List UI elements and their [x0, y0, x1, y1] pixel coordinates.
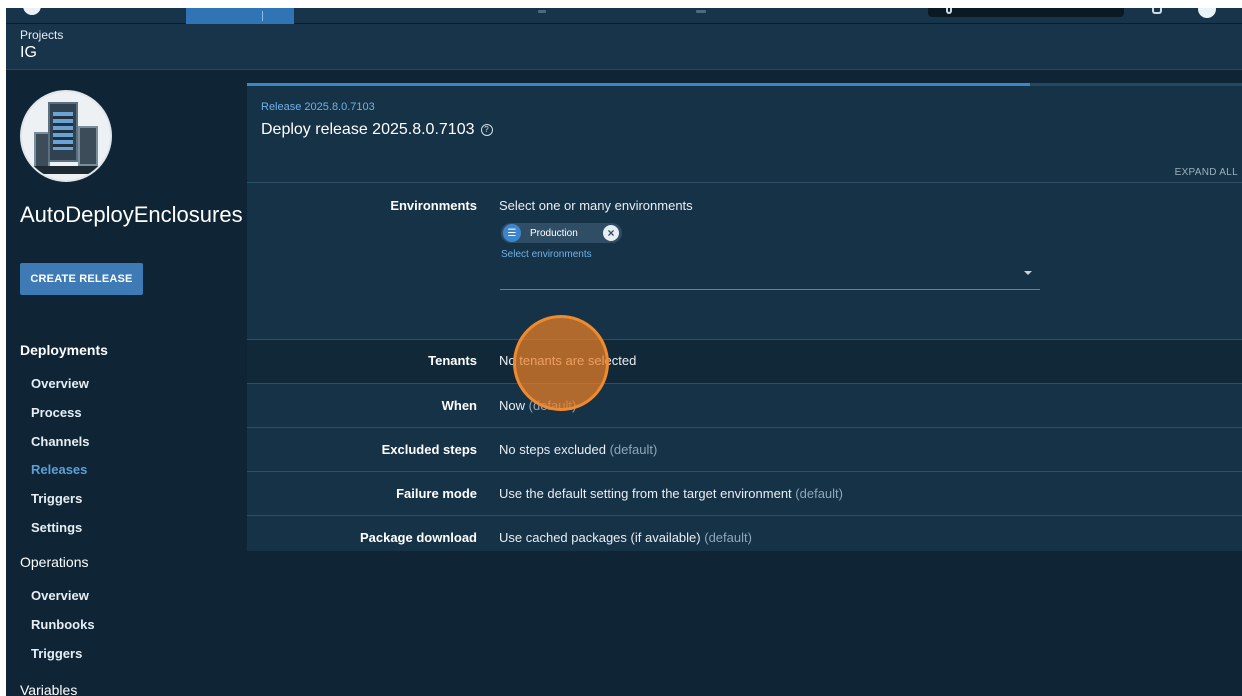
default-tag: (default)	[795, 486, 843, 501]
breadcrumb-projects-link[interactable]: Projects	[20, 28, 63, 42]
progress-bar	[247, 83, 1030, 86]
sidebar-item-releases[interactable]: Releases	[31, 462, 87, 477]
sidebar-item-settings[interactable]: Settings	[31, 520, 82, 535]
failure-mode-label: Failure mode	[396, 486, 477, 501]
expand-all-button[interactable]: EXPAND ALL	[1175, 167, 1238, 178]
environments-select[interactable]	[500, 289, 1040, 290]
logo-icon[interactable]	[20, 8, 44, 18]
create-release-button[interactable]: CREATE RELEASE	[20, 263, 143, 295]
default-tag: (default)	[704, 530, 752, 545]
failure-mode-value-text: Use the default setting from the target …	[499, 486, 792, 501]
breadcrumb-project-group[interactable]: IG	[20, 44, 37, 62]
environments-label: Environments	[390, 198, 477, 213]
deploy-release-panel: Release 2025.8.0.7103 Deploy release 202…	[247, 83, 1242, 551]
package-download-row[interactable]: Package download Use cached packages (if…	[247, 515, 1242, 551]
chevron-down-icon[interactable]	[1024, 271, 1032, 275]
user-avatar[interactable]	[1198, 8, 1216, 18]
project-name: AutoDeployEnclosures	[20, 202, 243, 227]
environment-chip[interactable]: ☰ Production ×	[501, 223, 622, 243]
failure-mode-row[interactable]: Failure mode Use the default setting fro…	[247, 471, 1242, 515]
help-icon[interactable]: ?	[480, 123, 493, 136]
notification-icon[interactable]	[1152, 8, 1162, 14]
select-environments-label: Select environments	[501, 249, 592, 260]
excluded-steps-label: Excluded steps	[381, 442, 477, 457]
sidebar-item-channels[interactable]: Channels	[31, 434, 90, 449]
nav-item[interactable]	[538, 10, 546, 13]
nav-tab-projects[interactable]	[186, 8, 294, 24]
sidebar-item-triggers[interactable]: Triggers	[31, 491, 82, 506]
release-link[interactable]: Release 2025.8.0.7103	[261, 101, 375, 113]
app-window: Projects IG AutoDeployEnclosures CREATE …	[6, 8, 1242, 696]
default-tag: (default)	[528, 398, 577, 413]
environments-prompt: Select one or many environments	[499, 198, 693, 213]
package-download-label: Package download	[359, 530, 477, 545]
environment-icon: ☰	[503, 224, 521, 242]
sidebar-item-overview[interactable]: Overview	[31, 376, 89, 391]
sidebar-heading-variables[interactable]: Variables	[20, 682, 77, 696]
sidebar-item-operations-overview[interactable]: Overview	[31, 588, 89, 603]
sidebar-heading-deployments[interactable]: Deployments	[20, 342, 108, 358]
excluded-steps-value: No steps excluded (default)	[499, 442, 657, 457]
sidebar-item-operations-triggers[interactable]: Triggers	[31, 646, 82, 661]
search-icon	[946, 8, 952, 14]
tenants-value: No tenants are selected	[499, 353, 637, 368]
when-value: Now (default)	[499, 398, 576, 413]
page-title-text: Deploy release 2025.8.0.7103	[261, 121, 475, 138]
tenants-label: Tenants	[428, 353, 477, 368]
when-label: When	[441, 398, 477, 413]
project-sidebar: AutoDeployEnclosures CREATE RELEASE Depl…	[6, 70, 243, 696]
sidebar-item-runbooks[interactable]: Runbooks	[31, 617, 95, 632]
project-logo	[20, 90, 112, 182]
sidebar-item-process[interactable]: Process	[31, 405, 82, 420]
nav-item[interactable]	[696, 10, 706, 13]
breadcrumb: Projects IG	[6, 24, 1242, 70]
package-download-value-text: Use cached packages (if available)	[499, 530, 701, 545]
failure-mode-value: Use the default setting from the target …	[499, 486, 843, 501]
page-title: Deploy release 2025.8.0.7103?	[261, 121, 493, 139]
environments-row[interactable]: Environments Select one or many environm…	[247, 182, 1242, 328]
tenants-row[interactable]: Tenants No tenants are selected	[247, 339, 1242, 383]
sidebar-heading-operations[interactable]: Operations	[20, 554, 88, 570]
top-navigation	[6, 8, 1242, 24]
excluded-steps-value-text: No steps excluded	[499, 442, 606, 457]
remove-chip-icon[interactable]: ×	[603, 225, 619, 241]
progress-track	[1030, 83, 1242, 86]
search-input[interactable]	[928, 8, 1124, 17]
environment-chip-label: Production	[530, 227, 578, 239]
when-row[interactable]: When Now (default)	[247, 383, 1242, 427]
package-download-value: Use cached packages (if available) (defa…	[499, 530, 752, 545]
when-value-text: Now	[499, 398, 526, 413]
excluded-steps-row[interactable]: Excluded steps No steps excluded (defaul…	[247, 427, 1242, 471]
default-tag: (default)	[609, 442, 658, 457]
